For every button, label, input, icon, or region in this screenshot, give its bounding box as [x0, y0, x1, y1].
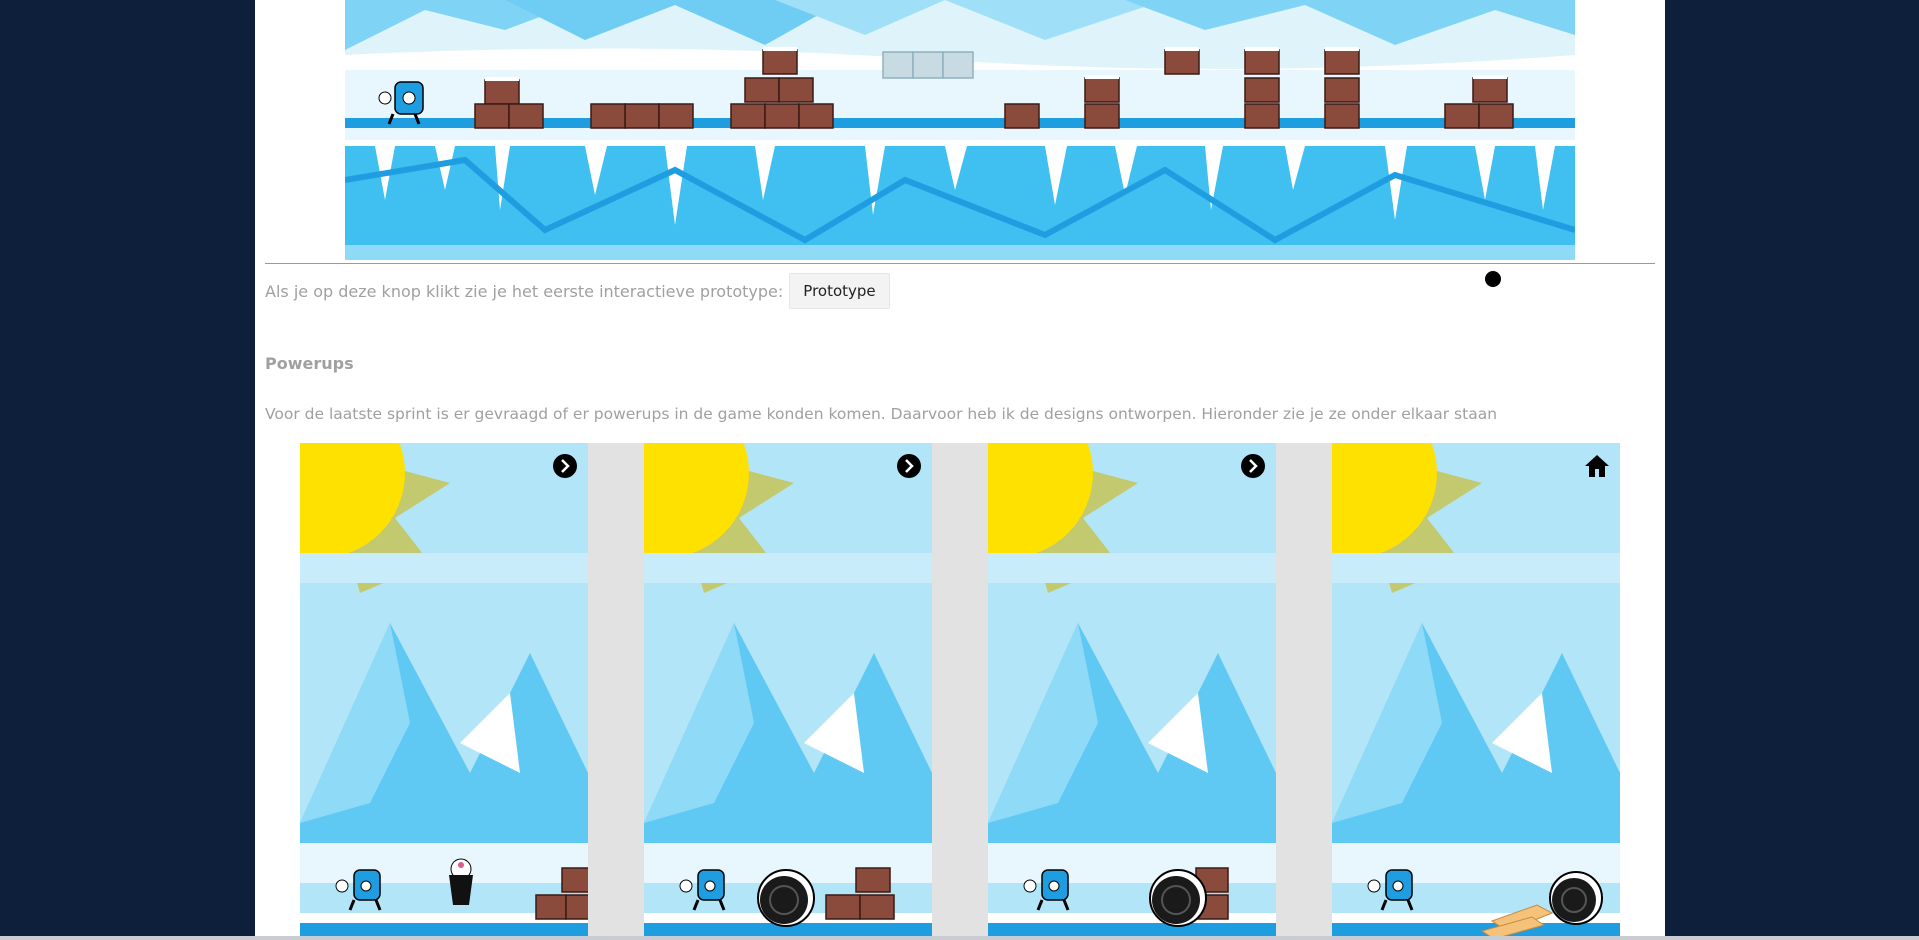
- prototype-button[interactable]: Prototype: [789, 273, 890, 309]
- level-illustration: [345, 0, 1575, 260]
- powerups-heading: Powerups: [265, 354, 354, 373]
- prototype-intro-text: Als je op deze knop klikt zie je het eer…: [265, 281, 784, 301]
- cookie-powerup-icon: [1549, 871, 1603, 925]
- chevron-right-icon[interactable]: [552, 453, 578, 479]
- window-bottom-edge: [0, 936, 1919, 940]
- chevron-right-icon[interactable]: [896, 453, 922, 479]
- chevron-right-icon[interactable]: [1240, 453, 1266, 479]
- powerup-screen-illustration: [1332, 443, 1620, 940]
- powerups-description: Voor de laatste sprint is er gevraagd of…: [265, 405, 1498, 423]
- powerup-screen-illustration: [988, 443, 1276, 940]
- powerups-gallery: [300, 443, 1620, 940]
- prototype-row: Als je op deze knop klikt zie je het eer…: [265, 272, 890, 310]
- game-level-banner: [345, 0, 1575, 260]
- powerup-screen-2: [644, 443, 932, 940]
- home-icon[interactable]: [1584, 453, 1610, 479]
- powerup-screen-4: [1332, 443, 1620, 940]
- milkshake-powerup-icon: [449, 858, 473, 905]
- section-divider: [265, 263, 1655, 264]
- powerup-screen-1: [300, 443, 588, 940]
- cookie-powerup-icon: [1149, 869, 1207, 927]
- powerup-screen-3: [988, 443, 1276, 940]
- content-page: Als je op deze knop klikt zie je het eer…: [255, 0, 1665, 940]
- powerup-screen-illustration: [644, 443, 932, 940]
- powerup-screen-illustration: [300, 443, 588, 940]
- cursor-dot-icon: [1485, 271, 1501, 287]
- cookie-powerup-icon: [757, 869, 815, 927]
